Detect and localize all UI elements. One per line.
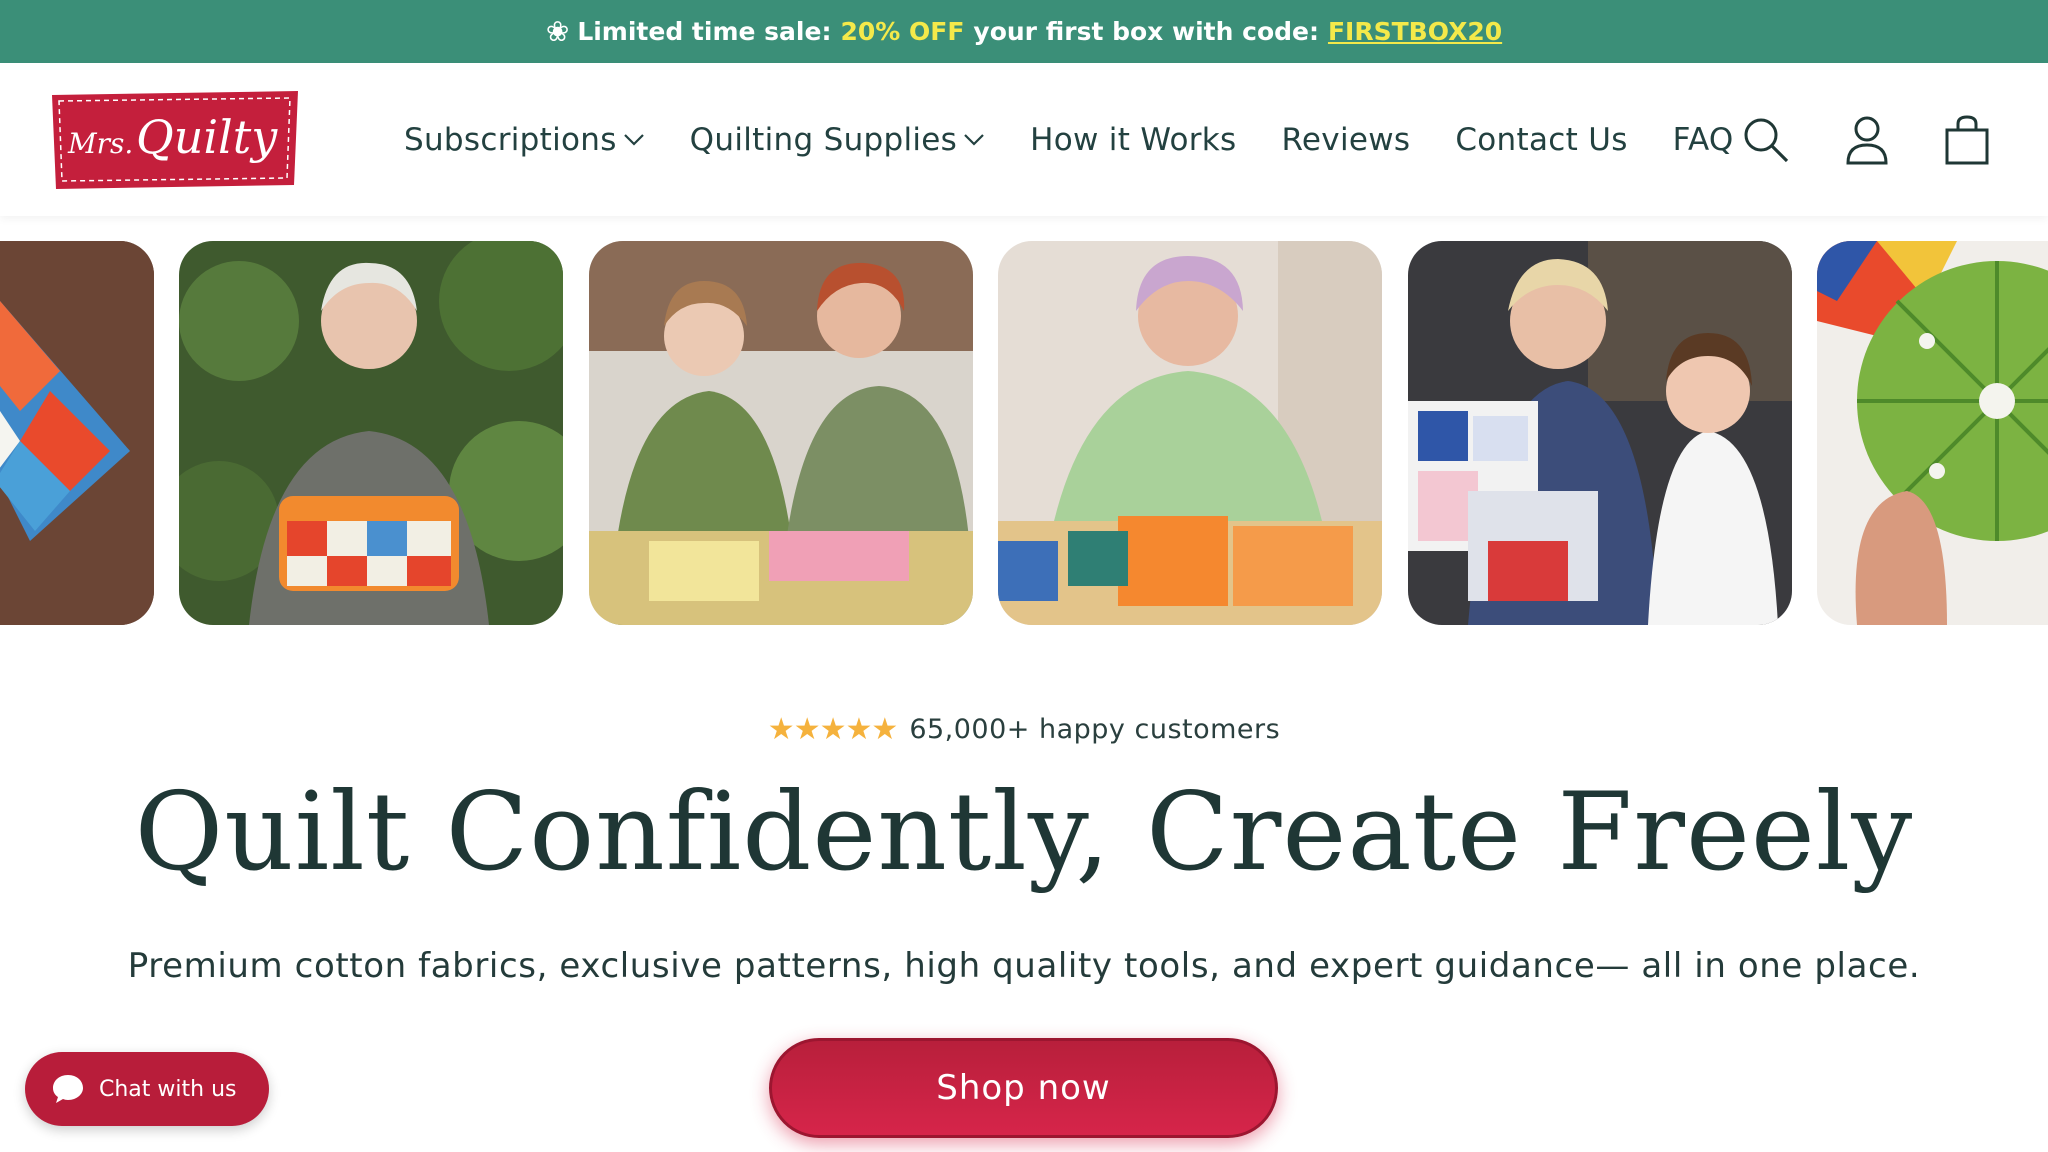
gallery-image-girl-and-woman-sewing <box>589 241 973 625</box>
chat-bubble-icon <box>51 1073 85 1105</box>
star-icon: ★ <box>871 712 899 747</box>
shop-now-label: Shop now <box>936 1068 1111 1108</box>
nav-quilting-supplies[interactable]: Quilting Supplies <box>690 122 985 158</box>
hero-subtitle: Premium cotton fabrics, exclusive patter… <box>127 946 1921 986</box>
shop-now-button[interactable]: Shop now <box>769 1038 1278 1138</box>
flower-icon: ❀ <box>545 15 570 48</box>
chat-label: Chat with us <box>99 1076 237 1102</box>
chat-button[interactable]: Chat with us <box>25 1052 269 1126</box>
gallery-image-woman-with-basket <box>179 241 563 625</box>
gallery-image-grandmother-and-girl <box>1408 241 1792 625</box>
rating-stars: ★ ★ ★ ★ ★ <box>767 712 899 747</box>
chevron-down-icon <box>623 133 645 147</box>
nav-quilting-supplies-label: Quilting Supplies <box>689 121 958 158</box>
cart-icon[interactable] <box>1944 114 1990 166</box>
chevron-down-icon <box>963 133 985 147</box>
gallery-image-patchwork-pillow <box>0 241 154 625</box>
promo-code-link[interactable]: FIRSTBOX20 <box>1328 17 1502 46</box>
gallery-image-pincushion <box>1817 241 2048 625</box>
brand-logo[interactable]: Mrs. Quilty <box>48 89 302 192</box>
account-icon[interactable] <box>1845 115 1889 165</box>
announcement-lead: Limited time sale: <box>577 17 832 46</box>
svg-text:Quilty: Quilty <box>136 110 278 164</box>
nav-subscriptions-label: Subscriptions <box>404 121 617 158</box>
header-icons <box>1687 63 1990 216</box>
nav-how-it-works[interactable]: How it Works <box>1030 122 1236 158</box>
announcement-highlight: 20% OFF <box>840 17 965 46</box>
nav-reviews-label: Reviews <box>1281 121 1411 158</box>
image-gallery <box>0 241 2048 626</box>
rating-text: 65,000+ happy customers <box>909 714 1281 745</box>
announcement-bar: ❀ Limited time sale: 20% OFF your first … <box>0 0 2048 63</box>
star-icon: ★ <box>767 712 795 747</box>
search-icon[interactable] <box>1742 116 1790 164</box>
nav-contact-us-label: Contact Us <box>1455 121 1628 158</box>
svg-text:Mrs.: Mrs. <box>67 127 133 160</box>
star-icon: ★ <box>845 712 873 747</box>
site-header: Mrs. Quilty Subscriptions Quilting Suppl… <box>0 63 2048 216</box>
nav-contact-us[interactable]: Contact Us <box>1455 122 1627 158</box>
hero-title: Quilt Confidently, Create Freely <box>134 770 1914 895</box>
nav-reviews[interactable]: Reviews <box>1281 122 1410 158</box>
gallery-image-woman-cutting-fabric <box>998 241 1382 625</box>
main-nav: Subscriptions Quilting Supplies How it W… <box>404 63 1779 216</box>
star-icon: ★ <box>819 712 847 747</box>
nav-subscriptions[interactable]: Subscriptions <box>404 122 645 158</box>
star-icon: ★ <box>793 712 821 747</box>
announcement-middle: your first box with code: <box>973 17 1319 46</box>
rating-row: ★ ★ ★ ★ ★ 65,000+ happy customers <box>0 712 2048 747</box>
nav-how-it-works-label: How it Works <box>1030 121 1237 158</box>
